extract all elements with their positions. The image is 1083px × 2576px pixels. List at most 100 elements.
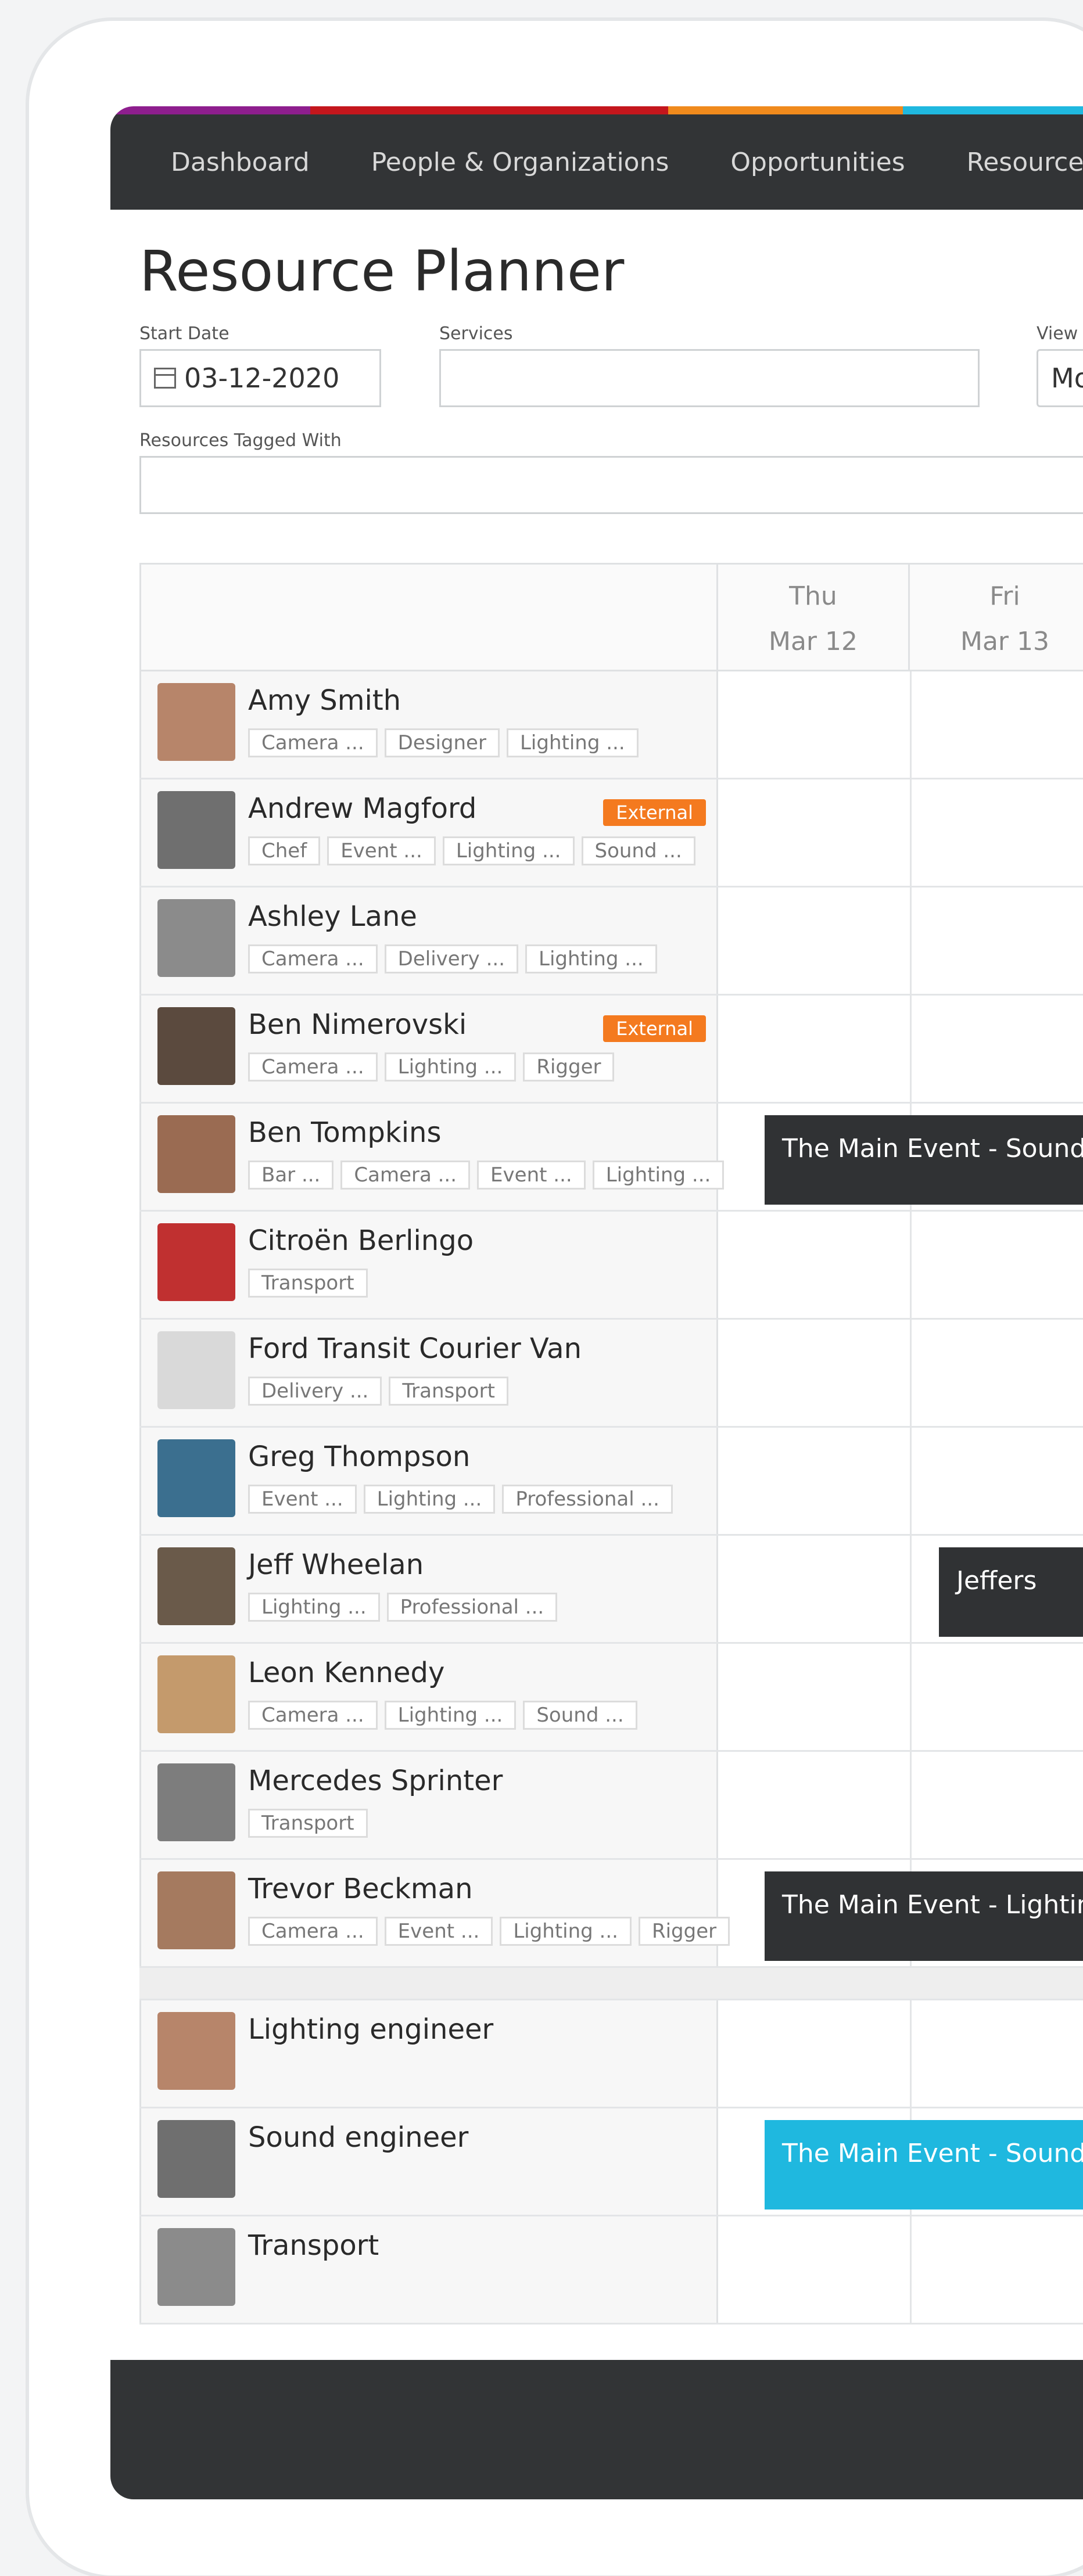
avatar — [157, 683, 235, 761]
resource-cell[interactable]: Trevor Beckman Camera ... Event ... Lightin… — [139, 1860, 730, 1966]
avatar — [157, 2012, 235, 2090]
skill-tag[interactable]: Designer — [384, 728, 500, 757]
skill-tag[interactable]: Bar ... — [248, 1161, 334, 1190]
tag-list: Camera ... Event ... Lighting ... Rigger — [248, 1917, 737, 1946]
resource-name[interactable]: Ashley Lane — [248, 900, 417, 933]
start-date-value: 03-12-2020 — [184, 362, 340, 394]
strip-segment-orange — [668, 106, 903, 114]
avatar — [157, 1871, 235, 1949]
view-select[interactable]: Mo — [1037, 349, 1083, 407]
resource-name[interactable]: Ben Nimerovski — [248, 1008, 467, 1041]
skill-tag[interactable]: Rigger — [523, 1052, 615, 1082]
resource-name[interactable]: Amy Smith — [248, 684, 401, 717]
skill-tag[interactable]: Event ... — [327, 836, 436, 865]
day-divider — [910, 671, 912, 778]
skill-tag[interactable]: Delivery ... — [248, 1377, 382, 1406]
skill-tag[interactable]: Camera ... — [340, 1161, 471, 1190]
resource-name[interactable]: Lighting engineer — [248, 2013, 493, 2046]
booking-event[interactable]: The Main Event - Sound — [765, 2120, 1083, 2209]
resource-cell[interactable]: Jeff Wheelan Lighting ... Professional ... — [139, 1536, 718, 1642]
skill-tag[interactable]: Lighting ... — [363, 1485, 496, 1514]
nav-dashboard[interactable]: Dashboard — [171, 148, 310, 177]
tag-list: Transport — [248, 1809, 375, 1838]
footer-bar — [110, 2360, 1083, 2499]
nav-people-organizations[interactable]: People & Organizations — [371, 148, 669, 177]
resource-name[interactable]: Mercedes Sprinter — [248, 1765, 503, 1797]
skill-tag[interactable]: Professional ... — [502, 1485, 673, 1514]
skill-tag[interactable]: Camera ... — [248, 1701, 378, 1730]
resource-name[interactable]: Jeff Wheelan — [248, 1549, 424, 1581]
resource-row: Ben Nimerovski Camera ... Lighting ... Rigg… — [139, 996, 1083, 1104]
strip-segment-red — [310, 106, 668, 114]
day-of-week: Fri — [989, 581, 1020, 611]
start-date-label: Start Date — [139, 324, 229, 344]
resource-name[interactable]: Ford Transit Courier Van — [248, 1332, 582, 1365]
skill-tag[interactable]: Sound ... — [523, 1701, 637, 1730]
resource-cell[interactable]: Mercedes Sprinter Transport — [139, 1752, 718, 1858]
booking-event[interactable]: The Main Event - Lightin — [765, 1871, 1083, 1961]
day-header-fri: Fri Mar 13 — [910, 565, 1083, 671]
resource-name[interactable]: Transport — [248, 2229, 379, 2262]
skill-tag[interactable]: Sound ... — [581, 836, 695, 865]
resource-name[interactable]: Ben Tompkins — [248, 1116, 441, 1149]
resource-row: Leon Kennedy Camera ... Lighting ... Sound … — [139, 1644, 1083, 1752]
booking-event[interactable]: The Main Event - Sound — [765, 1115, 1083, 1205]
resource-name[interactable]: Leon Kennedy — [248, 1657, 444, 1689]
skill-tag[interactable]: Transport — [389, 1377, 508, 1406]
skill-tag[interactable]: Professional ... — [386, 1593, 558, 1622]
resource-cell[interactable]: Ford Transit Courier Van Delivery ... Tran… — [139, 1320, 718, 1426]
resource-row: Citroën Berlingo Transport — [139, 1212, 1083, 1320]
day-divider — [910, 1320, 912, 1426]
skill-tag[interactable]: Delivery ... — [384, 944, 519, 973]
skill-tag[interactable]: Camera ... — [248, 1917, 378, 1946]
resource-name[interactable]: Sound engineer — [248, 2121, 468, 2154]
skill-tag[interactable]: Lighting ... — [442, 836, 575, 865]
skill-tag[interactable]: Lighting ... — [500, 1917, 632, 1946]
nav-opportunities[interactable]: Opportunities — [730, 148, 905, 177]
skill-tag[interactable]: Transport — [248, 1809, 368, 1838]
resource-cell[interactable]: Sound engineer — [139, 2108, 718, 2215]
resource-cell[interactable]: Andrew Magford Chef Event ... Lighting ... S… — [139, 779, 718, 886]
resource-cell[interactable]: Ben Tompkins Bar ... Camera ... Event ... Li… — [139, 1104, 725, 1210]
skill-tag[interactable]: Lighting ... — [592, 1161, 725, 1190]
skill-tag[interactable]: Lighting ... — [525, 944, 657, 973]
day-divider — [910, 996, 912, 1102]
avatar — [157, 1115, 235, 1193]
resource-cell[interactable]: Citroën Berlingo Transport — [139, 1212, 718, 1318]
resource-name[interactable]: Andrew Magford — [248, 792, 476, 825]
page-title: Resource Planner — [139, 239, 625, 304]
resource-row: Mercedes Sprinter Transport — [139, 1752, 1083, 1860]
skill-tag[interactable]: Lighting ... — [384, 1052, 517, 1082]
resource-cell[interactable]: Transport — [139, 2216, 718, 2323]
skill-tag[interactable]: Event ... — [384, 1917, 493, 1946]
skill-tag[interactable]: Transport — [248, 1269, 368, 1298]
resource-cell[interactable]: Leon Kennedy Camera ... Lighting ... Sound … — [139, 1644, 718, 1750]
nav-resource[interactable]: Resource — [967, 148, 1083, 177]
start-date-input[interactable]: 03-12-2020 — [139, 349, 381, 407]
skill-tag[interactable]: Camera ... — [248, 728, 378, 757]
skill-tag[interactable]: Event ... — [248, 1485, 357, 1514]
day-divider — [910, 1428, 912, 1534]
resource-cell[interactable]: Lighting engineer — [139, 2000, 718, 2107]
tagged-with-input[interactable] — [139, 456, 1083, 514]
resource-name[interactable]: Trevor Beckman — [248, 1873, 472, 1905]
skill-tag[interactable]: Event ... — [477, 1161, 586, 1190]
resource-cell[interactable]: Amy Smith Camera ... Designer Lighting ... — [139, 671, 718, 778]
resource-name[interactable]: Citroën Berlingo — [248, 1224, 474, 1257]
skill-tag[interactable]: Lighting ... — [506, 728, 639, 757]
resource-cell[interactable]: Ashley Lane Camera ... Delivery ... Lightin… — [139, 888, 718, 994]
tag-list: Camera ... Lighting ... Rigger — [248, 1052, 621, 1082]
booking-event[interactable]: Jeffers — [939, 1547, 1083, 1637]
day-divider — [910, 779, 912, 886]
skill-tag[interactable]: Camera ... — [248, 944, 378, 973]
avatar — [157, 1655, 235, 1733]
skill-tag[interactable]: Lighting ... — [384, 1701, 517, 1730]
resource-cell[interactable]: Ben Nimerovski Camera ... Lighting ... Rigg… — [139, 996, 718, 1102]
resource-name[interactable]: Greg Thompson — [248, 1440, 470, 1473]
skill-tag[interactable]: Chef — [248, 836, 321, 865]
services-input[interactable] — [439, 349, 980, 407]
skill-tag[interactable]: Lighting ... — [248, 1593, 380, 1622]
skill-tag[interactable]: Rigger — [638, 1917, 730, 1946]
skill-tag[interactable]: Camera ... — [248, 1052, 378, 1082]
resource-cell[interactable]: Greg Thompson Event ... Lighting ... Profes… — [139, 1428, 718, 1534]
